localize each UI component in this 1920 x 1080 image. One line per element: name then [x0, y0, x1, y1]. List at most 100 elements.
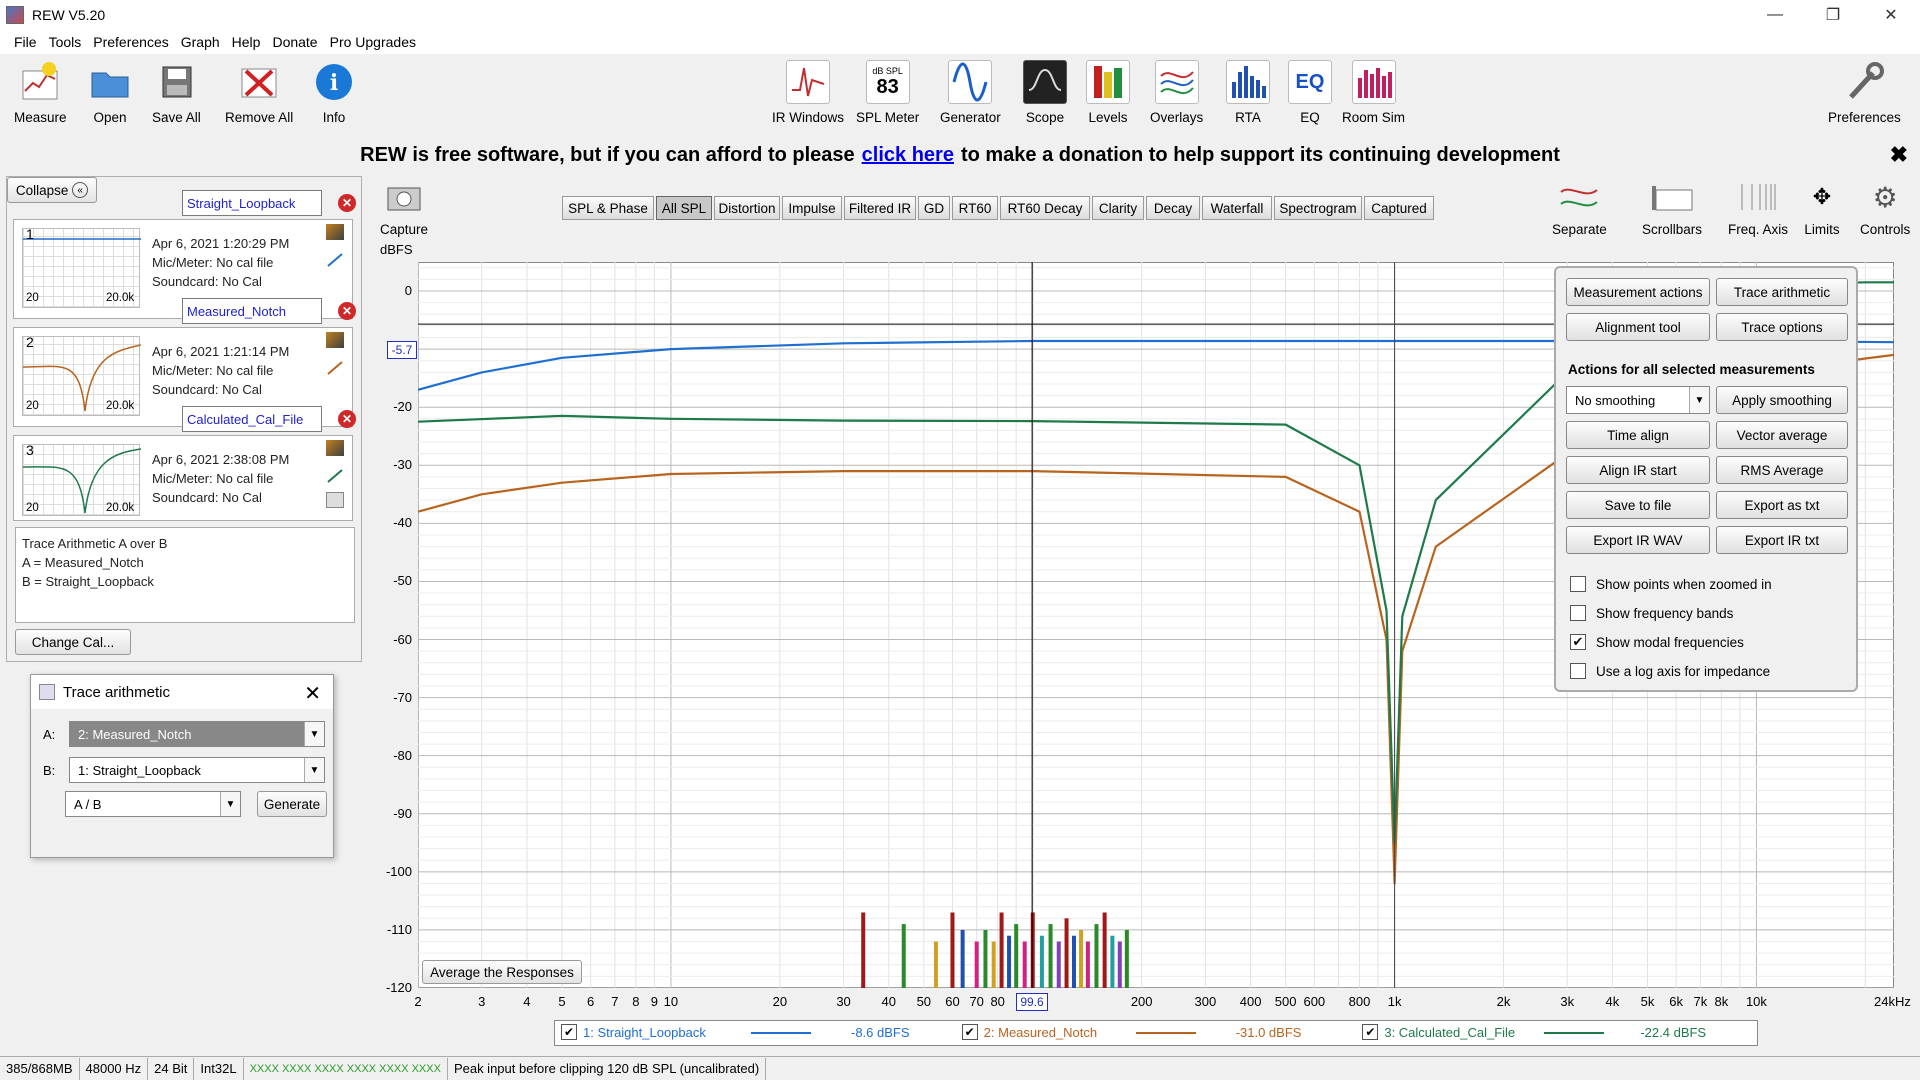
- export-ir-wav-button[interactable]: Export IR WAV: [1566, 526, 1710, 554]
- measurement-name-field[interactable]: Calculated_Cal_File: [182, 406, 322, 432]
- change-cal-button[interactable]: Change Cal...: [15, 629, 131, 655]
- room-sim-button[interactable]: Room Sim: [1342, 60, 1405, 125]
- open-button[interactable]: Open: [88, 60, 132, 125]
- x-tick-label: 50: [916, 994, 932, 1009]
- checkmark-icon[interactable]: ✔: [1362, 1024, 1379, 1040]
- tab-waterfall[interactable]: Waterfall: [1202, 196, 1272, 220]
- close-banner-icon[interactable]: ✖: [1890, 142, 1908, 168]
- trace-b-select[interactable]: 1: Straight_Loopback ▼: [69, 757, 325, 783]
- log-axis-impedance-checkbox[interactable]: Use a log axis for impedance: [1570, 663, 1770, 679]
- capture-button[interactable]: Capture: [380, 180, 428, 237]
- measure-button[interactable]: Measure: [14, 60, 67, 125]
- tab-all-spl[interactable]: All SPL: [656, 196, 712, 220]
- measurement-info-icon[interactable]: [326, 440, 344, 456]
- average-responses-button[interactable]: Average the Responses: [422, 960, 582, 984]
- eq-button[interactable]: EQ EQ: [1288, 60, 1332, 125]
- legend-entry-3[interactable]: ✔ 3: Calculated_Cal_File -22.4 dBFS: [1356, 1020, 1757, 1046]
- scope-button[interactable]: Scope: [1023, 60, 1067, 125]
- menu-donate[interactable]: Donate: [272, 34, 317, 50]
- notes-icon[interactable]: [326, 492, 344, 508]
- measurement-name-field[interactable]: Straight_Loopback: [182, 190, 322, 216]
- tab-distortion[interactable]: Distortion: [714, 196, 780, 220]
- delete-measurement-icon[interactable]: ✕: [338, 194, 356, 212]
- tab-rt60[interactable]: RT60: [952, 196, 998, 220]
- controls-button[interactable]: ⚙ Controls: [1860, 180, 1910, 238]
- collapse-button[interactable]: Collapse «: [7, 177, 97, 203]
- pencil-icon[interactable]: [326, 252, 344, 268]
- trace-options-button[interactable]: Trace options: [1716, 313, 1848, 341]
- limits-button[interactable]: ✥ Limits: [1800, 180, 1844, 237]
- align-ir-start-button[interactable]: Align IR start: [1566, 456, 1710, 484]
- graph-header: Capture SPL & Phase All SPL Distortion Impu…: [370, 176, 1920, 238]
- time-align-button[interactable]: Time align: [1566, 421, 1710, 449]
- show-points-checkbox[interactable]: Show points when zoomed in: [1570, 576, 1772, 592]
- rms-average-button[interactable]: RMS Average: [1716, 456, 1848, 484]
- alignment-tool-button[interactable]: Alignment tool: [1566, 313, 1710, 341]
- menu-help[interactable]: Help: [232, 34, 261, 50]
- info-button[interactable]: i Info: [312, 60, 356, 125]
- separate-button[interactable]: Separate: [1552, 180, 1607, 237]
- levels-button[interactable]: Levels: [1086, 60, 1130, 125]
- donate-link[interactable]: click here: [862, 144, 954, 167]
- menu-tools[interactable]: Tools: [49, 34, 82, 50]
- close-window-button[interactable]: ✕: [1862, 0, 1920, 30]
- remove-all-button[interactable]: Remove All: [225, 60, 293, 125]
- menu-graph[interactable]: Graph: [181, 34, 220, 50]
- pencil-icon[interactable]: [326, 360, 344, 376]
- generator-button[interactable]: Generator: [940, 60, 1001, 125]
- measurement-info-icon[interactable]: [326, 224, 344, 240]
- tab-decay[interactable]: Decay: [1146, 196, 1200, 220]
- bit-depth-status: 24 Bit: [148, 1057, 195, 1080]
- trace-a-select[interactable]: 2: Measured_Notch ▼: [69, 721, 325, 747]
- tab-spectrogram[interactable]: Spectrogram: [1274, 196, 1362, 220]
- tab-filtered-ir[interactable]: Filtered IR: [844, 196, 916, 220]
- minimize-button[interactable]: —: [1746, 0, 1804, 30]
- checkmark-icon[interactable]: ✔: [961, 1024, 978, 1040]
- apply-smoothing-button[interactable]: Apply smoothing: [1716, 386, 1848, 414]
- legend-entry-1[interactable]: ✔ 1: Straight_Loopback -8.6 dBFS: [555, 1020, 956, 1046]
- x-tick-label: 800: [1348, 994, 1371, 1009]
- tab-impulse[interactable]: Impulse: [782, 196, 842, 220]
- freq-axis-button[interactable]: Freq. Axis: [1728, 180, 1788, 237]
- trace-arithmetic-button[interactable]: Trace arithmetic: [1716, 278, 1848, 306]
- measurement-actions-button[interactable]: Measurement actions: [1566, 278, 1710, 306]
- restore-button[interactable]: ❐: [1804, 0, 1862, 30]
- measurement-notes[interactable]: Trace Arithmetic A over B A = Measured_N…: [15, 527, 355, 623]
- scrollbars-button[interactable]: Scrollbars: [1642, 180, 1702, 237]
- tab-gd[interactable]: GD: [918, 196, 950, 220]
- checkmark-icon[interactable]: ✔: [561, 1024, 577, 1040]
- show-frequency-bands-checkbox[interactable]: Show frequency bands: [1570, 605, 1733, 621]
- tab-spl-phase[interactable]: SPL & Phase: [562, 196, 654, 220]
- rta-button[interactable]: RTA: [1226, 60, 1270, 125]
- menu-file[interactable]: File: [14, 34, 37, 50]
- operation-select[interactable]: A / B ▼: [65, 791, 241, 817]
- overlays-button[interactable]: Overlays: [1150, 60, 1203, 125]
- close-dialog-icon[interactable]: ✕: [304, 681, 321, 706]
- pencil-icon[interactable]: [326, 468, 344, 484]
- preferences-button[interactable]: Preferences: [1828, 60, 1901, 125]
- save-all-button[interactable]: Save All: [152, 60, 201, 125]
- measurement-item-3[interactable]: Calculated_Cal_File ✕ 3 20 20.0k Apr 6, …: [13, 406, 356, 521]
- legend-entry-2[interactable]: ✔ 2: Measured_Notch -31.0 dBFS: [956, 1020, 1357, 1046]
- menu-preferences[interactable]: Preferences: [93, 34, 168, 50]
- menu-pro-upgrades[interactable]: Pro Upgrades: [330, 34, 416, 50]
- smoothing-select[interactable]: No smoothing ▼: [1566, 386, 1710, 414]
- generate-button[interactable]: Generate: [257, 791, 327, 817]
- measurement-name-field[interactable]: Measured_Notch: [182, 298, 322, 324]
- ir-windows-button[interactable]: IR Windows: [772, 60, 844, 125]
- delete-measurement-icon[interactable]: ✕: [338, 302, 356, 320]
- vector-average-button[interactable]: Vector average: [1716, 421, 1848, 449]
- tab-captured[interactable]: Captured: [1364, 196, 1434, 220]
- show-modal-frequencies-checkbox[interactable]: ✔ Show modal frequencies: [1570, 634, 1744, 650]
- export-ir-txt-button[interactable]: Export IR txt: [1716, 526, 1848, 554]
- export-as-txt-button[interactable]: Export as txt: [1716, 491, 1848, 519]
- modal-frequency-bar: [1007, 935, 1012, 988]
- save-to-file-button[interactable]: Save to file: [1566, 491, 1710, 519]
- tab-rt60-decay[interactable]: RT60 Decay: [1000, 196, 1090, 220]
- measurement-info-icon[interactable]: [326, 332, 344, 348]
- tab-clarity[interactable]: Clarity: [1092, 196, 1144, 220]
- delete-measurement-icon[interactable]: ✕: [338, 410, 356, 428]
- x-tick-label: 7: [611, 994, 619, 1009]
- y-tick-label: -60: [393, 631, 412, 647]
- spl-meter-button[interactable]: dB SPL 83 SPL Meter: [856, 60, 919, 125]
